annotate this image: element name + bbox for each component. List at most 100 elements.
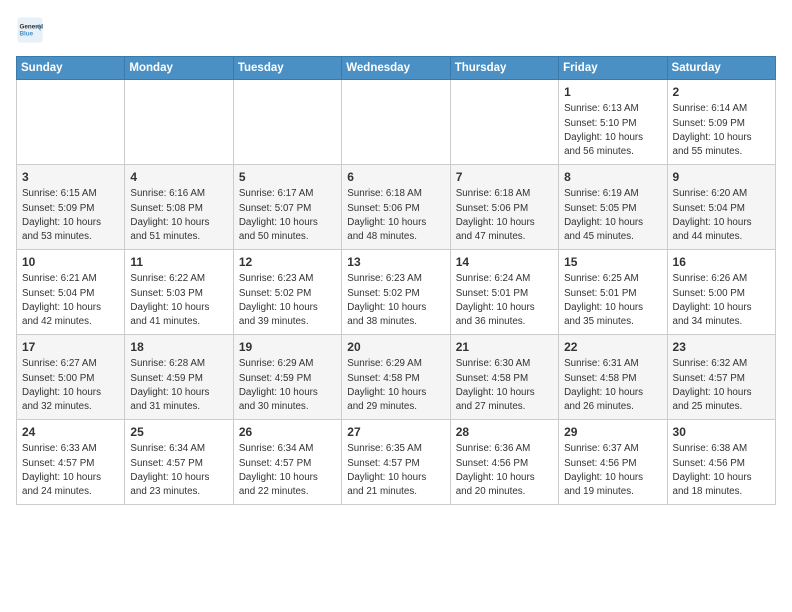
- calendar-cell: 30Sunrise: 6:38 AMSunset: 4:56 PMDayligh…: [667, 420, 775, 505]
- day-number: 29: [564, 424, 661, 441]
- day-info: Sunrise: 6:15 AMSunset: 5:09 PMDaylight:…: [22, 187, 119, 244]
- calendar-cell: 10Sunrise: 6:21 AMSunset: 5:04 PMDayligh…: [17, 250, 125, 335]
- day-info: Sunrise: 6:22 AMSunset: 5:03 PMDaylight:…: [130, 272, 227, 329]
- day-number: 13: [347, 254, 444, 271]
- calendar-cell: 6Sunrise: 6:18 AMSunset: 5:06 PMDaylight…: [342, 165, 450, 250]
- day-info: Sunrise: 6:38 AMSunset: 4:56 PMDaylight:…: [673, 442, 770, 499]
- calendar-cell: 23Sunrise: 6:32 AMSunset: 4:57 PMDayligh…: [667, 335, 775, 420]
- day-number: 9: [673, 169, 770, 186]
- day-info: Sunrise: 6:20 AMSunset: 5:04 PMDaylight:…: [673, 187, 770, 244]
- day-number: 5: [239, 169, 336, 186]
- day-number: 2: [673, 84, 770, 101]
- day-number: 30: [673, 424, 770, 441]
- calendar-cell: 18Sunrise: 6:28 AMSunset: 4:59 PMDayligh…: [125, 335, 233, 420]
- calendar-body: 1Sunrise: 6:13 AMSunset: 5:10 PMDaylight…: [17, 80, 776, 505]
- calendar-cell: 28Sunrise: 6:36 AMSunset: 4:56 PMDayligh…: [450, 420, 558, 505]
- calendar-cell: 12Sunrise: 6:23 AMSunset: 5:02 PMDayligh…: [233, 250, 341, 335]
- calendar-cell: 9Sunrise: 6:20 AMSunset: 5:04 PMDaylight…: [667, 165, 775, 250]
- day-info: Sunrise: 6:18 AMSunset: 5:06 PMDaylight:…: [456, 187, 553, 244]
- day-number: 21: [456, 339, 553, 356]
- day-number: 23: [673, 339, 770, 356]
- day-info: Sunrise: 6:31 AMSunset: 4:58 PMDaylight:…: [564, 357, 661, 414]
- day-number: 26: [239, 424, 336, 441]
- day-number: 28: [456, 424, 553, 441]
- calendar-cell: 24Sunrise: 6:33 AMSunset: 4:57 PMDayligh…: [17, 420, 125, 505]
- day-number: 16: [673, 254, 770, 271]
- day-number: 18: [130, 339, 227, 356]
- day-info: Sunrise: 6:29 AMSunset: 4:59 PMDaylight:…: [239, 357, 336, 414]
- weekday-header-friday: Friday: [559, 57, 667, 80]
- weekday-header-thursday: Thursday: [450, 57, 558, 80]
- day-number: 7: [456, 169, 553, 186]
- day-number: 4: [130, 169, 227, 186]
- svg-text:Blue: Blue: [20, 31, 34, 38]
- day-info: Sunrise: 6:18 AMSunset: 5:06 PMDaylight:…: [347, 187, 444, 244]
- day-number: 8: [564, 169, 661, 186]
- day-number: 17: [22, 339, 119, 356]
- calendar-cell: 7Sunrise: 6:18 AMSunset: 5:06 PMDaylight…: [450, 165, 558, 250]
- day-number: 11: [130, 254, 227, 271]
- day-number: 15: [564, 254, 661, 271]
- day-info: Sunrise: 6:33 AMSunset: 4:57 PMDaylight:…: [22, 442, 119, 499]
- day-number: 25: [130, 424, 227, 441]
- day-info: Sunrise: 6:14 AMSunset: 5:09 PMDaylight:…: [673, 102, 770, 159]
- calendar-cell: [450, 80, 558, 165]
- calendar-cell: 22Sunrise: 6:31 AMSunset: 4:58 PMDayligh…: [559, 335, 667, 420]
- day-info: Sunrise: 6:35 AMSunset: 4:57 PMDaylight:…: [347, 442, 444, 499]
- day-info: Sunrise: 6:34 AMSunset: 4:57 PMDaylight:…: [130, 442, 227, 499]
- calendar-cell: 17Sunrise: 6:27 AMSunset: 5:00 PMDayligh…: [17, 335, 125, 420]
- weekday-header-saturday: Saturday: [667, 57, 775, 80]
- calendar-cell: 2Sunrise: 6:14 AMSunset: 5:09 PMDaylight…: [667, 80, 775, 165]
- weekday-header-wednesday: Wednesday: [342, 57, 450, 80]
- day-number: 20: [347, 339, 444, 356]
- calendar-cell: 21Sunrise: 6:30 AMSunset: 4:58 PMDayligh…: [450, 335, 558, 420]
- day-number: 27: [347, 424, 444, 441]
- calendar-cell: 16Sunrise: 6:26 AMSunset: 5:00 PMDayligh…: [667, 250, 775, 335]
- day-info: Sunrise: 6:16 AMSunset: 5:08 PMDaylight:…: [130, 187, 227, 244]
- day-info: Sunrise: 6:36 AMSunset: 4:56 PMDaylight:…: [456, 442, 553, 499]
- day-number: 1: [564, 84, 661, 101]
- calendar-week-4: 17Sunrise: 6:27 AMSunset: 5:00 PMDayligh…: [17, 335, 776, 420]
- calendar-cell: 13Sunrise: 6:23 AMSunset: 5:02 PMDayligh…: [342, 250, 450, 335]
- calendar-cell: 5Sunrise: 6:17 AMSunset: 5:07 PMDaylight…: [233, 165, 341, 250]
- calendar-week-3: 10Sunrise: 6:21 AMSunset: 5:04 PMDayligh…: [17, 250, 776, 335]
- day-info: Sunrise: 6:32 AMSunset: 4:57 PMDaylight:…: [673, 357, 770, 414]
- day-number: 22: [564, 339, 661, 356]
- calendar-cell: 19Sunrise: 6:29 AMSunset: 4:59 PMDayligh…: [233, 335, 341, 420]
- day-info: Sunrise: 6:26 AMSunset: 5:00 PMDaylight:…: [673, 272, 770, 329]
- day-info: Sunrise: 6:19 AMSunset: 5:05 PMDaylight:…: [564, 187, 661, 244]
- day-info: Sunrise: 6:13 AMSunset: 5:10 PMDaylight:…: [564, 102, 661, 159]
- calendar-table: SundayMondayTuesdayWednesdayThursdayFrid…: [16, 56, 776, 505]
- calendar-cell: 8Sunrise: 6:19 AMSunset: 5:05 PMDaylight…: [559, 165, 667, 250]
- calendar-cell: 4Sunrise: 6:16 AMSunset: 5:08 PMDaylight…: [125, 165, 233, 250]
- calendar-cell: 29Sunrise: 6:37 AMSunset: 4:56 PMDayligh…: [559, 420, 667, 505]
- calendar-cell: 3Sunrise: 6:15 AMSunset: 5:09 PMDaylight…: [17, 165, 125, 250]
- day-number: 12: [239, 254, 336, 271]
- calendar-cell: 11Sunrise: 6:22 AMSunset: 5:03 PMDayligh…: [125, 250, 233, 335]
- day-number: 6: [347, 169, 444, 186]
- calendar-cell: [125, 80, 233, 165]
- calendar-cell: [342, 80, 450, 165]
- calendar-week-5: 24Sunrise: 6:33 AMSunset: 4:57 PMDayligh…: [17, 420, 776, 505]
- calendar-cell: 26Sunrise: 6:34 AMSunset: 4:57 PMDayligh…: [233, 420, 341, 505]
- logo-icon: General Blue: [16, 16, 44, 44]
- calendar-week-1: 1Sunrise: 6:13 AMSunset: 5:10 PMDaylight…: [17, 80, 776, 165]
- day-info: Sunrise: 6:25 AMSunset: 5:01 PMDaylight:…: [564, 272, 661, 329]
- day-number: 19: [239, 339, 336, 356]
- weekday-header-monday: Monday: [125, 57, 233, 80]
- day-info: Sunrise: 6:30 AMSunset: 4:58 PMDaylight:…: [456, 357, 553, 414]
- calendar-cell: [17, 80, 125, 165]
- page-header: General Blue: [16, 16, 776, 44]
- day-info: Sunrise: 6:28 AMSunset: 4:59 PMDaylight:…: [130, 357, 227, 414]
- logo: General Blue: [16, 16, 44, 44]
- weekday-header-row: SundayMondayTuesdayWednesdayThursdayFrid…: [17, 57, 776, 80]
- day-info: Sunrise: 6:27 AMSunset: 5:00 PMDaylight:…: [22, 357, 119, 414]
- day-info: Sunrise: 6:23 AMSunset: 5:02 PMDaylight:…: [347, 272, 444, 329]
- day-info: Sunrise: 6:17 AMSunset: 5:07 PMDaylight:…: [239, 187, 336, 244]
- weekday-header-tuesday: Tuesday: [233, 57, 341, 80]
- weekday-header-sunday: Sunday: [17, 57, 125, 80]
- day-number: 24: [22, 424, 119, 441]
- calendar-cell: [233, 80, 341, 165]
- calendar-cell: 1Sunrise: 6:13 AMSunset: 5:10 PMDaylight…: [559, 80, 667, 165]
- day-info: Sunrise: 6:29 AMSunset: 4:58 PMDaylight:…: [347, 357, 444, 414]
